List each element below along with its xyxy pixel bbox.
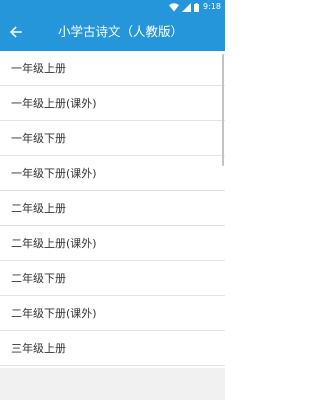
list-item-label: 二年级上册(课外) — [11, 237, 97, 250]
list-item[interactable]: 一年级上册 — [0, 51, 225, 86]
list-item-label: 一年级下册(课外) — [11, 167, 97, 180]
list-item[interactable]: 一年级上册(课外) — [0, 86, 225, 121]
app-toolbar: 小学古诗文（人教版） — [0, 13, 225, 51]
list-item-label: 三年级上册 — [11, 342, 66, 355]
list-item-label: 一年级上册(课外) — [11, 97, 97, 110]
list-item[interactable]: 二年级下册 — [0, 261, 225, 296]
list-item[interactable]: 二年级上册(课外) — [0, 226, 225, 261]
list-item-label: 二年级上册 — [11, 202, 66, 215]
list-item-label: 二年级下册 — [11, 272, 66, 285]
grade-list: 一年级上册 一年级上册(课外) 一年级下册 一年级下册(课外) 二年级上册 二年… — [0, 51, 225, 368]
list-item[interactable]: 二年级下册(课外) — [0, 296, 225, 331]
list-item[interactable]: 一年级下册 — [0, 121, 225, 156]
list-item-label: 一年级上册 — [11, 62, 66, 75]
scrollbar-thumb[interactable] — [222, 54, 224, 166]
status-bar: 9:18 — [0, 0, 225, 13]
arrow-left-icon — [9, 23, 22, 42]
back-button[interactable] — [6, 22, 26, 42]
status-icons: 9:18 — [169, 1, 221, 12]
list-item[interactable]: 一年级下册(课外) — [0, 156, 225, 191]
list-item[interactable]: 二年级上册 — [0, 191, 225, 226]
list-item-label: 一年级下册 — [11, 132, 66, 145]
list-item-label: 二年级下册(课外) — [11, 307, 97, 320]
list-item[interactable]: 三年级上册 — [0, 331, 225, 366]
status-time: 9:18 — [203, 2, 221, 11]
page-title: 小学古诗文（人教版） — [58, 24, 184, 39]
bottom-area — [0, 368, 225, 400]
